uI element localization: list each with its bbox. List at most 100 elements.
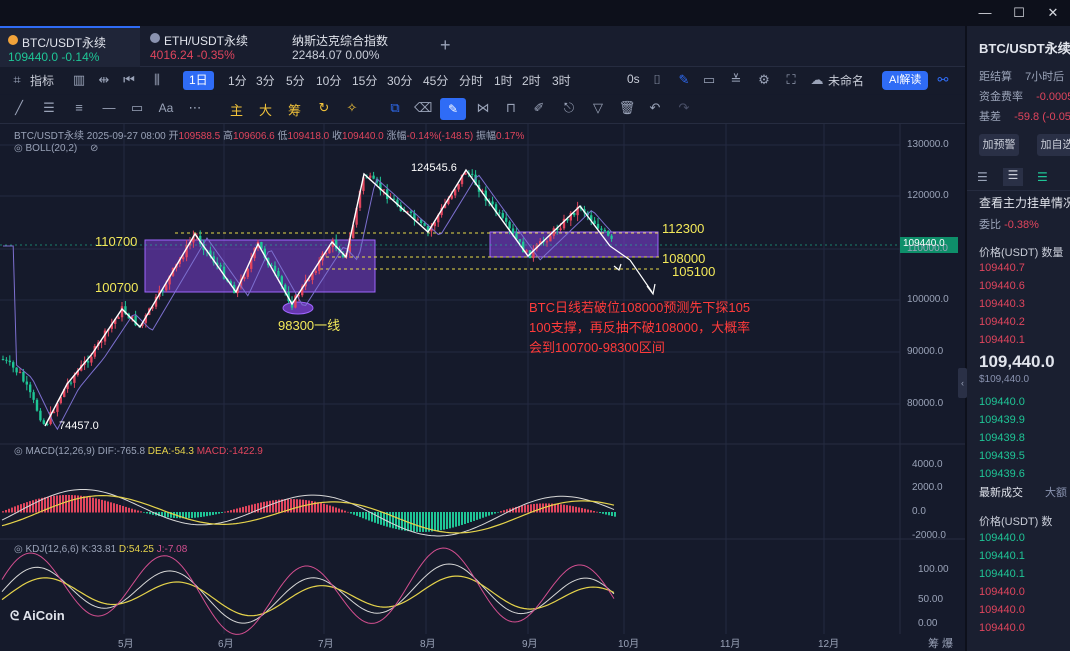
minimize-button[interactable]: — <box>968 0 1002 26</box>
indicator-icon[interactable]: ⌗ <box>8 71 26 89</box>
tab-eth-usdt[interactable]: ETH/USDT永续 4016.24 -0.35% <box>142 26 282 66</box>
layout-name-dropdown[interactable]: 未命名 <box>828 72 864 89</box>
zero-seconds[interactable]: 0s <box>627 72 640 86</box>
candle-style-icon[interactable]: ⫼ <box>148 71 166 89</box>
candle-body <box>1 359 5 360</box>
bid-row[interactable]: 109439.6 <box>979 468 1025 480</box>
rewind-icon[interactable]: ⏮ <box>120 71 138 89</box>
add-tab-button[interactable]: + <box>440 35 451 56</box>
chips-tool[interactable]: 筹 <box>288 100 301 119</box>
main-tool[interactable]: 主 <box>230 100 243 119</box>
eye-icon: ◎ <box>14 143 23 154</box>
bid-row[interactable]: 109439.5 <box>979 450 1025 462</box>
projection-arrow-2 <box>629 259 653 293</box>
interval-selected[interactable]: 1日 <box>183 71 214 90</box>
redo-icon[interactable]: ↷ <box>675 99 693 117</box>
parallel-lines-icon[interactable]: ☰ <box>40 99 58 117</box>
close-button[interactable]: ✕ <box>1036 0 1070 26</box>
text-tool-icon[interactable]: Aa <box>157 99 175 117</box>
interval-15m[interactable]: 15分 <box>352 72 377 89</box>
corner-text: 筹 爆 <box>928 638 954 650</box>
add-alert-button[interactable]: 加预警 <box>979 134 1019 156</box>
interval-timeshare[interactable]: 分时 <box>459 72 483 89</box>
ask-row[interactable]: 109440.1 <box>979 334 1025 346</box>
tab-btc-usdt[interactable]: BTC/USDT永续 109440.0 -0.14% <box>0 26 140 68</box>
gear-icon[interactable]: ⚙ <box>755 71 773 89</box>
candle-body <box>182 257 185 260</box>
tab-large-trades[interactable]: 大额 <box>1045 484 1067 500</box>
bid-row[interactable]: 109440.0 <box>979 396 1025 408</box>
interval-45m[interactable]: 45分 <box>423 72 448 89</box>
book-buy-icon[interactable]: ☰ <box>1037 170 1048 184</box>
book-both-icon[interactable]: ☰ <box>977 170 988 184</box>
book-sell-icon[interactable]: ☰ <box>1003 168 1023 186</box>
trash-icon[interactable]: 🗑 <box>618 99 636 117</box>
ask-row[interactable]: 109440.6 <box>979 280 1025 292</box>
ai-explain-button[interactable]: AI解读 <box>882 71 929 90</box>
tab-latest-trades[interactable]: 最新成交 <box>979 484 1023 500</box>
ask-row[interactable]: 109440.3 <box>979 298 1025 310</box>
bid-row[interactable]: 109439.8 <box>979 432 1025 444</box>
interval-3h[interactable]: 3时 <box>552 72 571 89</box>
interval-1m[interactable]: 1分 <box>228 72 247 89</box>
chart-area[interactable]: BTC/USDT永续 2025-09-27 08:00 开109588.5 高1… <box>0 124 965 651</box>
boll-header[interactable]: ◎ BOLL(20,2) ⊘ <box>14 143 98 154</box>
depth-link[interactable]: 查看主力挂单情况 <box>979 194 1070 211</box>
copy-icon[interactable]: ⧉ <box>386 99 404 117</box>
horizontal-line-icon[interactable]: — <box>100 99 118 117</box>
lock-icon[interactable]: ⊓ <box>502 99 520 117</box>
eraser-icon[interactable]: ⌫ <box>414 99 432 117</box>
macd-bar <box>320 502 322 513</box>
macd-bar <box>209 512 211 516</box>
interval-3m[interactable]: 3分 <box>256 72 275 89</box>
fullscreen-icon[interactable]: ⛶ <box>782 71 800 89</box>
macd-bar <box>491 512 493 515</box>
kdj-header[interactable]: ◎ KDJ(12,6,6) K:33.81 D:54.25 J:-7.08 <box>14 544 187 555</box>
fit-icon[interactable]: ⇹ <box>95 71 113 89</box>
macd-bar <box>452 512 454 528</box>
interval-10m[interactable]: 10分 <box>316 72 341 89</box>
trendline-icon[interactable]: ╱ <box>10 99 28 117</box>
interval-30m[interactable]: 30分 <box>387 72 412 89</box>
macd-bar <box>464 512 466 524</box>
camera-icon[interactable]: ⌷ <box>648 71 666 89</box>
horizontal-lines-icon[interactable]: ≡ <box>70 99 88 117</box>
interval-1h[interactable]: 1时 <box>494 72 513 89</box>
brush-icon[interactable]: ⎋ <box>560 99 578 117</box>
bid-row[interactable]: 109439.9 <box>979 414 1025 426</box>
collapse-panel-handle[interactable]: ‹ <box>958 368 967 398</box>
pattern-icon[interactable]: ⋈ <box>474 99 492 117</box>
candle-body <box>454 189 457 196</box>
filter-icon[interactable]: ▽ <box>589 99 607 117</box>
undo-icon[interactable]: ↶ <box>646 99 664 117</box>
chart-canvas[interactable] <box>0 124 965 651</box>
chart-layout-icon[interactable]: ≚ <box>727 71 745 89</box>
indicator-button[interactable]: 指标 <box>30 72 54 89</box>
draw-active-icon[interactable]: ✎ <box>440 98 466 120</box>
cloud-icon[interactable]: ☁ <box>808 71 826 89</box>
ask-row[interactable]: 109440.2 <box>979 316 1025 328</box>
rectangle-icon[interactable]: ▭ <box>128 99 146 117</box>
refresh-icon[interactable]: ↻ <box>315 99 333 117</box>
interval-5m[interactable]: 5分 <box>286 72 305 89</box>
candle-body <box>610 235 613 239</box>
tab-nasdaq[interactable]: 纳斯达克综合指数 22484.07 0.00% <box>284 26 424 66</box>
add-favorite-button[interactable]: 加自选 <box>1037 134 1070 156</box>
big-tool[interactable]: 大 <box>259 100 272 119</box>
comment-icon[interactable]: ▭ <box>700 71 718 89</box>
share-icon[interactable]: ⚯ <box>934 71 952 89</box>
more-tools-icon[interactable]: ⋯ <box>186 99 204 117</box>
aicoin-watermark: ᘓ AiCoin <box>10 608 65 623</box>
pen-icon[interactable]: ✎ <box>675 71 693 89</box>
macd-header[interactable]: ◎ MACD(12,26,9) DIF:-765.8 DEA:-54.3 MAC… <box>14 446 263 457</box>
macd-bar <box>95 498 97 513</box>
candle-body <box>120 306 124 318</box>
macd-bar <box>296 499 298 513</box>
interval-2h[interactable]: 2时 <box>522 72 541 89</box>
edit-icon[interactable]: ✐ <box>530 99 548 117</box>
ask-row[interactable]: 109440.7 <box>979 262 1025 274</box>
chart-type-icon[interactable]: ▥ <box>70 71 88 89</box>
maximize-button[interactable]: ☐ <box>1002 0 1036 26</box>
magic-icon[interactable]: ✧ <box>343 99 361 117</box>
macd-bar <box>20 504 22 513</box>
